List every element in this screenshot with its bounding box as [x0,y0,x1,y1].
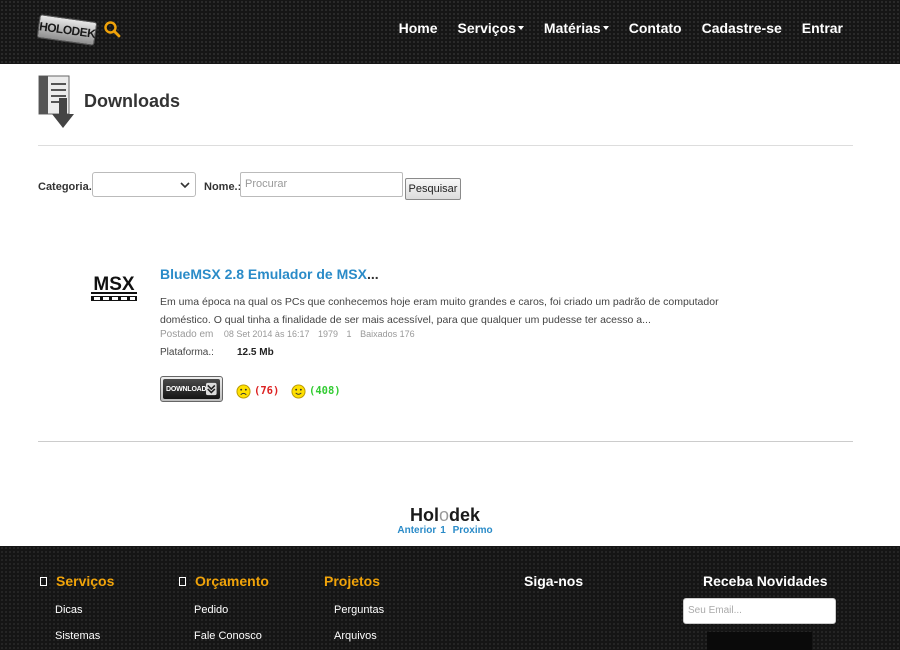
nav-servicos[interactable]: Serviços [458,20,524,36]
divider [38,145,853,146]
msx-logo-text: MSX [93,274,135,295]
nav-entrar-label: Entrar [801,20,843,36]
newsletter-email-input[interactable]: Seu Email... [683,598,836,624]
chevron-down-icon [180,182,190,189]
footer-heading-projetos: Projetos [324,573,380,589]
nav-materias[interactable]: Matérias [544,20,609,36]
pagination: Anterior 1 Proximo [0,525,890,536]
footer-heading-text: Projetos [324,573,381,589]
download-button-label: DOWNLOAD [166,385,207,393]
pager-next[interactable]: Proximo [453,525,493,536]
mobile-icon [40,576,47,586]
search-icon[interactable] [103,20,121,38]
newsletter-submit-button[interactable] [707,632,812,650]
divider [38,441,853,442]
category-select[interactable] [92,172,196,197]
nav-contato-label: Contato [628,20,682,36]
footer-heading-newsletter: Receba Novidades [703,573,828,589]
search-button[interactable]: Pesquisar [405,178,461,200]
sad-face-icon [236,383,251,399]
footer-heading-text: Orçamento [195,573,269,589]
platform-label: Plataforma.: [160,347,214,358]
footer-link-perguntas[interactable]: Perguntas [334,604,384,616]
site-logo[interactable]: HOLODEK [36,14,98,46]
name-search-input[interactable]: Procurar [240,172,403,197]
nav-entrar[interactable]: Entrar [802,20,843,36]
item-count: 1 [346,329,352,339]
vote-down-button[interactable]: (76) [236,383,279,399]
nav-cadastre-se[interactable]: Cadastre-se [702,20,782,36]
nav-contato[interactable]: Contato [629,20,682,36]
nav-home-label: Home [398,20,438,36]
file-size: 12.5 Mb [237,347,274,358]
nav-home[interactable]: Home [399,20,438,36]
pager-page-1[interactable]: 1 [440,525,446,536]
download-count: Baixados 176 [360,329,415,339]
footer-heading-text: Serviços [56,573,115,589]
nav-cadastre-label: Cadastre-se [701,20,782,36]
mobile-icon [179,576,186,586]
footer-link-arquivos[interactable]: Arquivos [334,630,377,642]
posted-date: 08 Set 2014 às 16:17 [223,329,310,339]
footer-heading-orcamento: Orçamento [179,573,269,589]
footer-heading-siga-nos: Siga-nos [524,573,583,589]
caret-down-icon [517,26,524,30]
name-label: Nome.: [204,181,242,193]
footer-link-dicas[interactable]: Dicas [55,604,83,616]
nav-materias-label: Matérias [543,20,601,36]
page-title: Downloads [84,91,181,111]
brand-wordmark: Holodek [0,505,890,526]
double-chevron-down-icon [206,382,217,396]
item-year: 1979 [317,329,339,339]
footer-heading-text: Receba Novidades [703,573,828,589]
item-title-text: BlueMSX 2.8 Emulador de MSX [160,266,367,282]
download-button[interactable]: DOWNLOAD [160,376,223,402]
footer-link-pedido[interactable]: Pedido [194,604,228,616]
caret-down-icon [602,26,609,30]
footer-link-sistemas[interactable]: Sistemas [55,630,100,642]
vote-down-count: (76) [254,385,280,397]
category-label: Categoria.: [38,181,96,193]
nav-servicos-label: Serviços [457,20,516,36]
download-document-icon [38,75,74,128]
footer-link-fale-conosco[interactable]: Fale Conosco [194,630,262,642]
vote-up-count: (408) [309,385,341,397]
top-navbar: HOLODEK Home Serviços Matérias Contato C… [0,0,900,64]
item-title-ellipsis: ... [366,266,379,282]
item-meta: Postado em 08 Set 2014 às 16:17 1979 1 B… [160,329,415,340]
vote-up-button[interactable]: (408) [291,383,341,399]
item-title-link[interactable]: BlueMSX 2.8 Emulador de MSX... [160,266,379,282]
footer-heading-servicos: Serviços [40,573,114,589]
msx-logo-icon[interactable]: MSX [89,270,139,304]
site-footer: Serviços Dicas Sistemas Orçamento Pedido… [0,546,900,650]
pager-previous[interactable]: Anterior [397,525,436,536]
item-description: Em uma época na qual os PCs que conhecem… [160,296,719,326]
footer-heading-text: Siga-nos [524,573,584,589]
main-menu: Home Serviços Matérias Contato Cadastre-… [379,20,843,36]
posted-label: Postado em [160,329,214,340]
brand-part-2: o [438,505,449,525]
brand-part-1: Hol [409,505,439,525]
brand-part-3: dek [448,505,481,525]
happy-face-icon [291,383,306,399]
